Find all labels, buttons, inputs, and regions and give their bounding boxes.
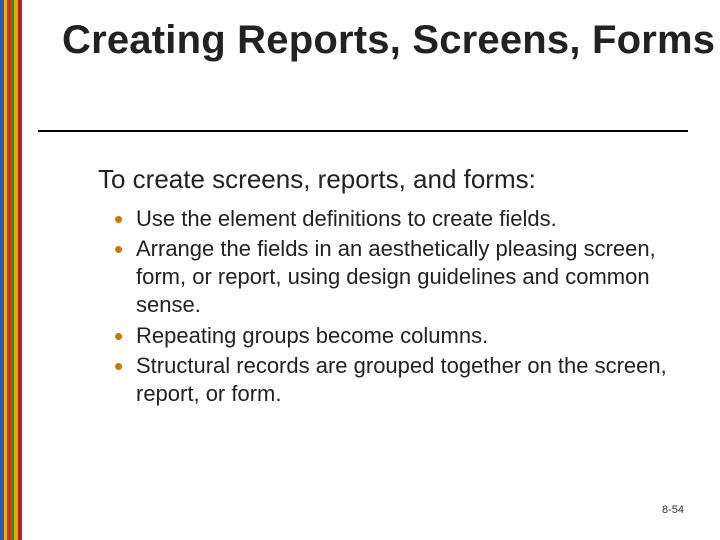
side-stripe-decoration [0, 0, 22, 540]
intro-text: To create screens, reports, and forms: [98, 164, 678, 195]
horizontal-rule [38, 130, 688, 132]
slide-body: To create screens, reports, and forms: U… [98, 164, 678, 410]
page-number: 8-54 [662, 504, 684, 516]
list-item: Structural records are grouped together … [120, 352, 678, 408]
list-item: Use the element definitions to create fi… [120, 205, 678, 233]
slide-title: Creating Reports, Screens, Forms [62, 18, 715, 62]
list-item: Arrange the fields in an aesthetically p… [120, 235, 678, 319]
bullet-list: Use the element definitions to create fi… [98, 205, 678, 408]
list-item: Repeating groups become columns. [120, 322, 678, 350]
